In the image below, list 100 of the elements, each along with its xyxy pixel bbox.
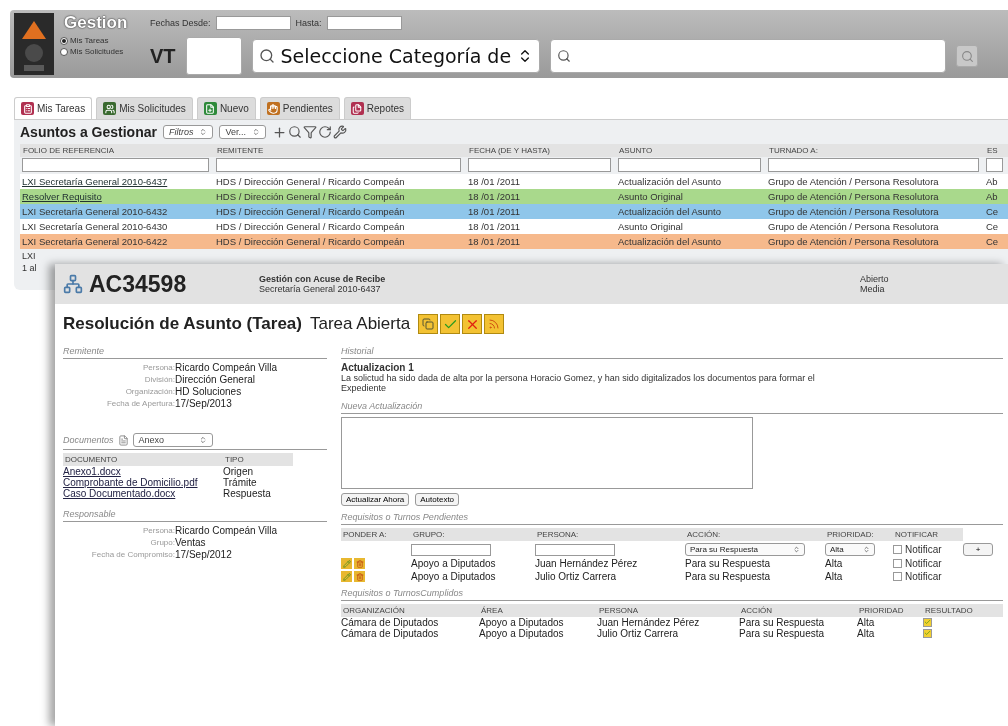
add-icon[interactable] xyxy=(271,124,287,140)
action-button[interactable]: Actualizar Ahora xyxy=(341,493,410,506)
table-cell-text: Para su Respuesta xyxy=(739,628,826,639)
document-link[interactable]: Anexo1.docx xyxy=(63,466,223,477)
filter-field[interactable] xyxy=(618,158,761,172)
priority-select[interactable]: Alta xyxy=(825,543,875,556)
edit-icon[interactable] xyxy=(341,558,352,569)
radio-option[interactable]: Mis Solicitudes xyxy=(60,47,150,56)
table-cell: Ab xyxy=(984,189,1008,204)
column-header: REMITENTE xyxy=(214,144,466,157)
vt-field[interactable] xyxy=(185,37,242,75)
copy-icon xyxy=(422,318,435,330)
filter-field[interactable] xyxy=(768,158,979,172)
table-cell-text: Trámite xyxy=(223,477,258,488)
delete-icon[interactable] xyxy=(354,558,365,569)
column-header: ASUNTO xyxy=(616,144,766,157)
filter-field[interactable] xyxy=(468,158,611,172)
view-select[interactable]: Ver... xyxy=(219,125,266,139)
person-field[interactable] xyxy=(535,543,615,556)
column-header: FECHA (DE Y HASTA) xyxy=(466,144,616,157)
result-checkbox[interactable] xyxy=(923,628,932,638)
vt-label: VT xyxy=(150,44,176,68)
search-field[interactable] xyxy=(550,39,947,73)
tab[interactable]: Mis Tareas xyxy=(14,97,93,119)
field-value: HD Soluciones xyxy=(175,386,243,397)
section-title: Requisitos o Turnos Pendientes xyxy=(341,512,468,522)
date-from-field[interactable] xyxy=(215,16,291,30)
tab[interactable]: Nuevo xyxy=(196,97,256,119)
action-select[interactable]: Para su Respuesta xyxy=(685,543,805,556)
update-text-area[interactable] xyxy=(341,417,753,489)
tab[interactable]: Repotes xyxy=(343,97,412,119)
table-cell: Ce xyxy=(984,219,1008,234)
app-title: Gestion xyxy=(63,13,129,33)
field-label: Fecha de Compromiso: xyxy=(90,550,175,559)
table-cell-text: LXI xyxy=(22,251,37,261)
table-cell: HDS / Dirección General / Ricardo Compeán xyxy=(214,174,466,189)
column-header: PERSONA xyxy=(597,604,739,617)
column-header: ACCIÓN: xyxy=(685,528,825,541)
edit-icon[interactable] xyxy=(341,571,352,582)
folio-link[interactable]: LXI Secretaría General 2010-6437 xyxy=(20,174,214,189)
table-cell-text: Para su Respuesta xyxy=(739,617,826,628)
approve-button[interactable] xyxy=(440,314,461,334)
column-header: ACCIÓN xyxy=(739,604,857,617)
action-button[interactable]: Autotexto xyxy=(415,493,460,506)
table-cell-text: Alta xyxy=(825,571,844,582)
document-icon[interactable] xyxy=(117,434,129,446)
document-type-select[interactable]: Anexo xyxy=(132,433,213,447)
table-cell: 18 /01 /2011 xyxy=(466,204,616,219)
table-cell: 18 /01 /2011 xyxy=(466,174,616,189)
table-cell: Asunto Original xyxy=(616,189,766,204)
tab[interactable]: Pendientes xyxy=(259,97,340,119)
filter-icon[interactable] xyxy=(302,125,317,139)
column-header: ORGANIZACIÓN xyxy=(341,604,479,617)
notify-checkbox[interactable]: Notificar xyxy=(893,571,963,582)
table-cell: Ce xyxy=(984,234,1008,249)
add-button[interactable]: + xyxy=(963,543,993,556)
filter-field[interactable] xyxy=(216,158,461,172)
column-header: ES xyxy=(984,144,1008,157)
field-value: Ventas xyxy=(175,537,207,548)
radio-option[interactable]: Mis Tareas xyxy=(60,36,150,45)
table-cell: Grupo de Atención / Persona Resolutora xyxy=(766,204,984,219)
filters-select[interactable]: Filtros xyxy=(162,125,214,139)
filter-field[interactable] xyxy=(986,158,1003,172)
table-cell[interactable]: LXI Secretaría General 2010-6422 xyxy=(20,234,214,249)
table-cell: HDS / Dirección General / Ricardo Compeán xyxy=(214,189,466,204)
result-checkbox[interactable] xyxy=(923,617,932,627)
table-cell: 18 /01 /2011 xyxy=(466,234,616,249)
table-cell: 18 /01 /2011 xyxy=(466,189,616,204)
document-link[interactable]: Comprobante de Domicilio.pdf xyxy=(63,477,223,488)
document-link[interactable]: Caso Documentado.docx xyxy=(63,488,223,499)
filter-field[interactable] xyxy=(22,158,209,172)
section-title: Documentos xyxy=(63,435,114,445)
table-cell: Actualización del Asunto xyxy=(616,204,766,219)
notify-checkbox[interactable]: Notificar xyxy=(893,544,963,555)
wrench-icon[interactable] xyxy=(332,125,347,139)
field-value: Dirección General xyxy=(175,374,257,385)
search-icon[interactable] xyxy=(287,125,302,139)
close-button[interactable] xyxy=(462,314,483,334)
column-header: TURNADO A: xyxy=(766,144,984,157)
notify-checkbox[interactable]: Notificar xyxy=(893,558,963,569)
table-cell: Ce xyxy=(984,204,1008,219)
table-cell-text: Alta xyxy=(825,558,844,569)
category-select[interactable]: Seleccione Categoría de xyxy=(251,39,541,73)
task-state: Tarea Abierta xyxy=(310,314,411,334)
column-header: FOLIO DE REFERENCIA xyxy=(20,144,214,157)
folio-link[interactable]: Resolver Requisito xyxy=(20,189,214,204)
delete-icon[interactable] xyxy=(354,571,365,582)
table-cell[interactable]: LXI Secretaría General 2010-6430 xyxy=(20,219,214,234)
date-to-field[interactable] xyxy=(326,16,402,30)
copy-button[interactable] xyxy=(418,314,439,334)
section-title: Requisitos o TurnosCumplidos xyxy=(341,588,463,598)
group-field[interactable] xyxy=(411,543,491,556)
logo-icon xyxy=(14,13,54,75)
signal-button[interactable] xyxy=(484,314,505,334)
refresh-icon[interactable] xyxy=(317,125,332,139)
tab[interactable]: Mis Solicitudes xyxy=(96,97,193,119)
search-icon xyxy=(258,48,275,64)
search-button[interactable] xyxy=(956,45,979,67)
table-cell: Grupo de Atención / Persona Resolutora xyxy=(766,219,984,234)
table-cell[interactable]: LXI Secretaría General 2010-6432 xyxy=(20,204,214,219)
